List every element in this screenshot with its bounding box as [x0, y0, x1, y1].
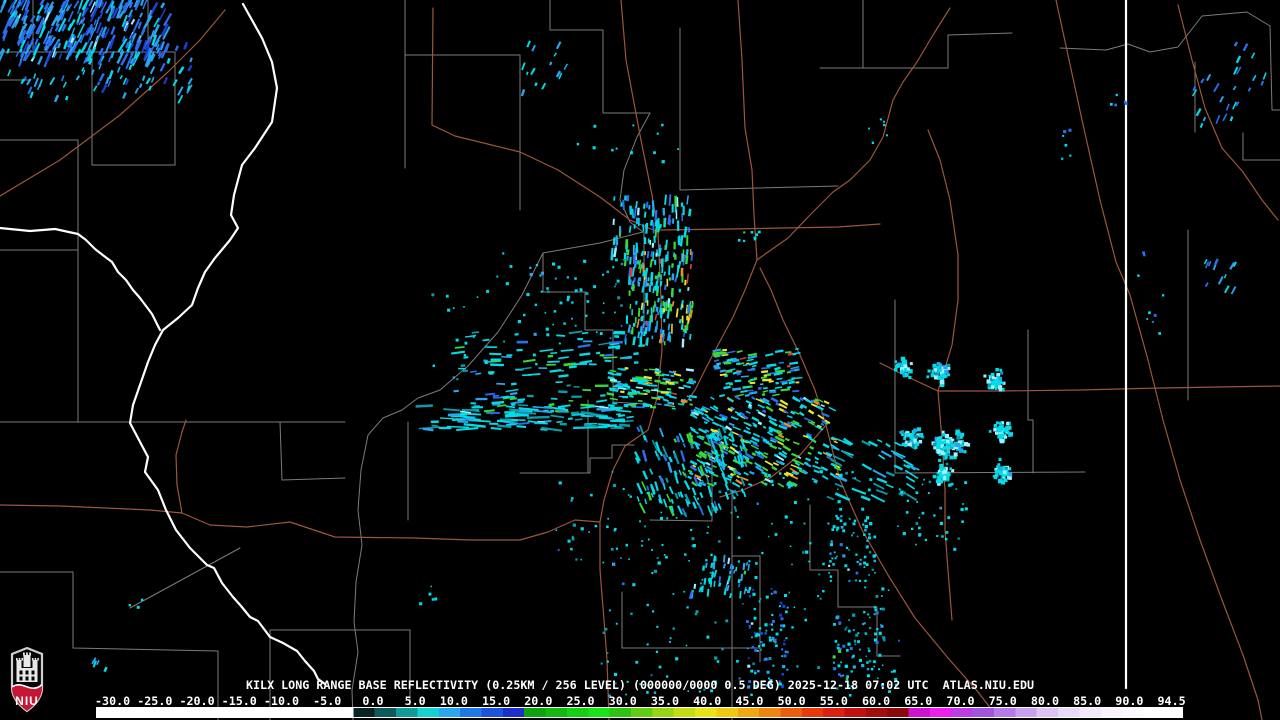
radar-map-canvas [0, 0, 1280, 720]
radar-display: KILX LONG RANGE BASE REFLECTIVITY (0.25K… [0, 0, 1280, 720]
logo-text: NIU [15, 694, 39, 708]
highway-lines [0, 0, 1280, 720]
reflectivity-colorbar [96, 707, 1183, 718]
colorbar-tick-labels: -30.0 -25.0 -20.0 -15.0 -10.0 -5.0 0.0 5… [95, 694, 1186, 708]
niu-logo: NIU [10, 646, 44, 713]
county-boundaries [0, 0, 1280, 720]
state-border-lines [0, 0, 1128, 690]
radar-reflectivity-echoes [0, 0, 1267, 698]
product-title: KILX LONG RANGE BASE REFLECTIVITY (0.25K… [245, 678, 1035, 692]
